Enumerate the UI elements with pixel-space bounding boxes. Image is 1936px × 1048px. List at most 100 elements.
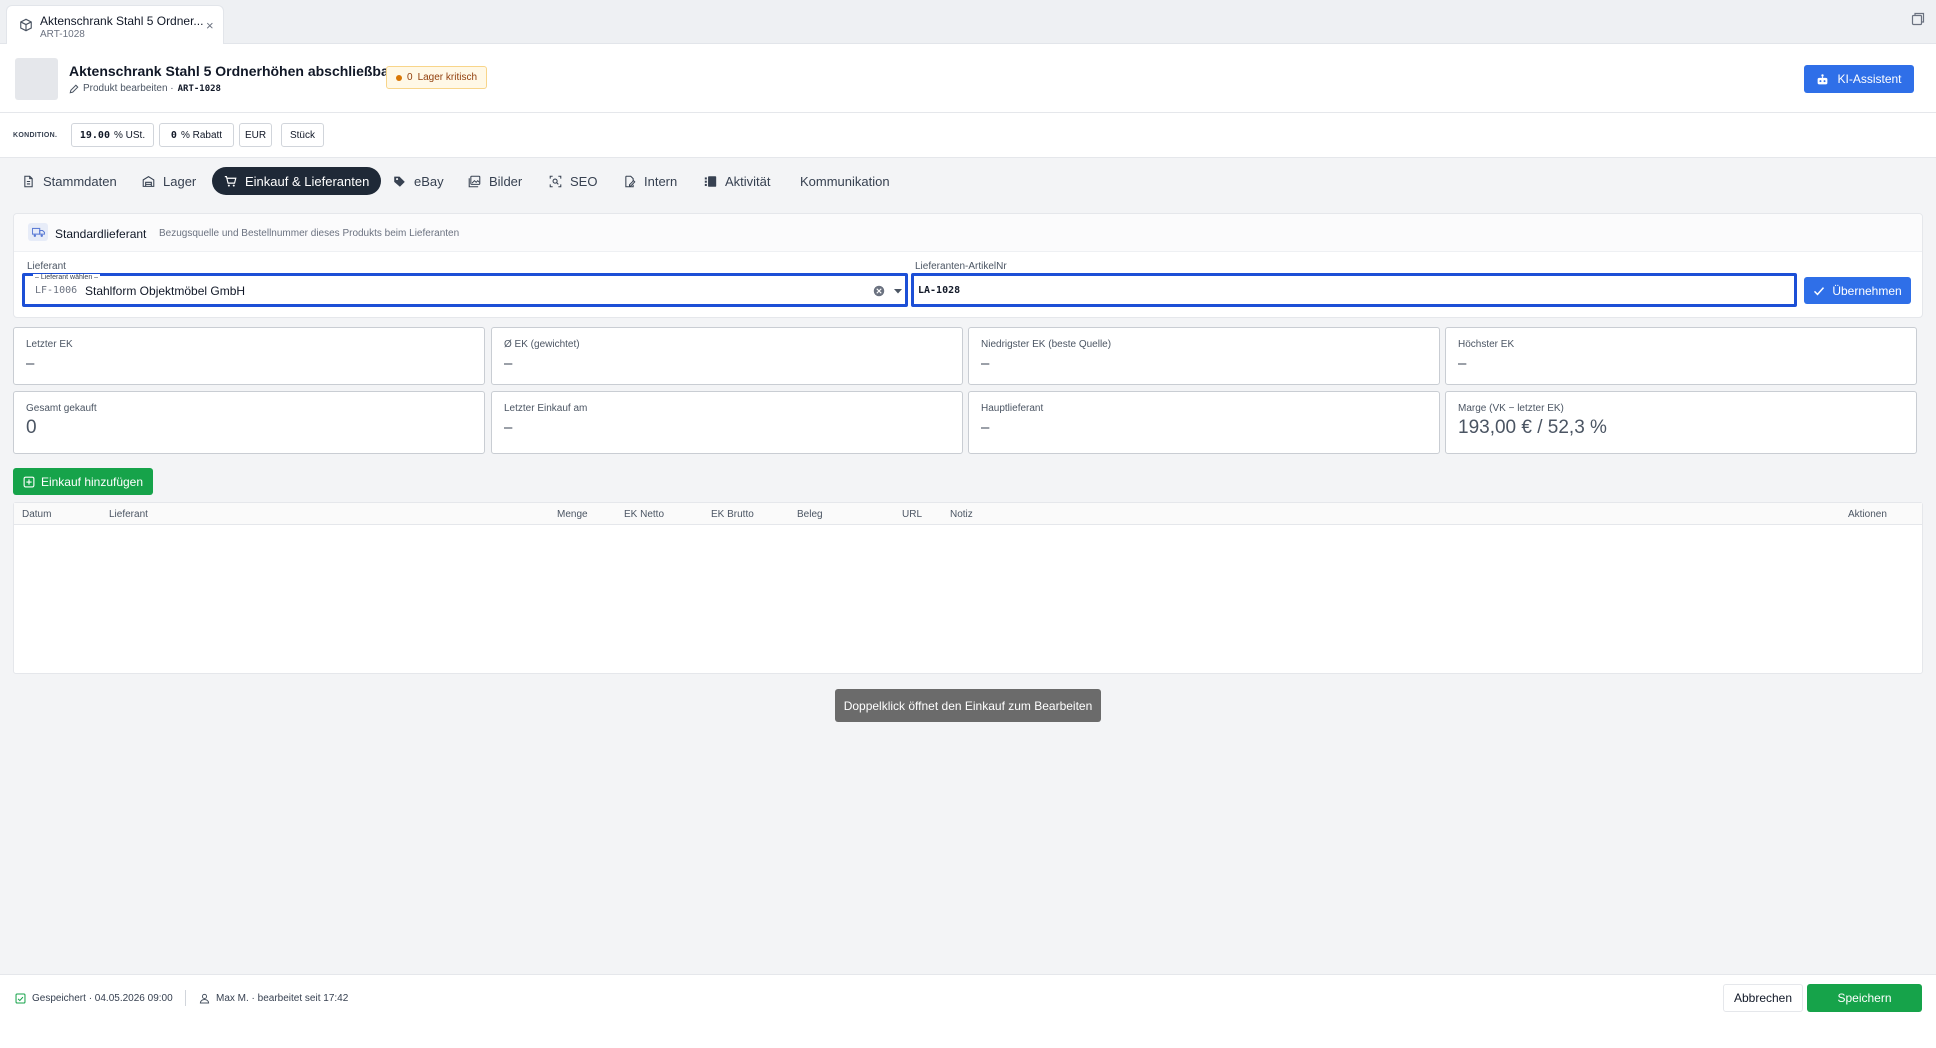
window-tabbar: Aktenschrank Stahl 5 Ordner... ART-1028 … [0, 0, 1936, 44]
column-header-date[interactable]: Datum [22, 509, 51, 520]
product-subtitle: Produkt bearbeiten · ART-1028 [69, 83, 221, 94]
column-header-quantity[interactable]: Menge [557, 509, 588, 520]
cancel-button[interactable]: Abbrechen [1723, 984, 1803, 1012]
stat-card-highest-purchase-price: Höchster EK – [1445, 327, 1917, 385]
saved-icon [15, 993, 26, 1004]
tab-seo[interactable]: SEO [549, 167, 597, 195]
stat-label: Hauptlieferant [981, 403, 1044, 414]
supplier-panel: Standardlieferant Bezugsquelle und Beste… [13, 213, 1923, 318]
warehouse-icon [142, 175, 155, 187]
document-icon [24, 175, 33, 187]
status-dot-icon [396, 74, 402, 81]
images-icon [468, 175, 481, 187]
document-tab-title: Aktenschrank Stahl 5 Ordner... [40, 14, 204, 28]
column-header-receipt[interactable]: Beleg [797, 509, 823, 520]
product-header: Aktenschrank Stahl 5 Ordnerhöhen abschli… [0, 44, 1936, 113]
truck-icon [28, 223, 48, 241]
supplier-select[interactable]: – Lieferant wählen – LF-1006 Stahlform O… [22, 273, 908, 307]
discount-label: % Rabatt [180, 129, 223, 141]
edit-label: Produkt bearbeiten · [83, 83, 174, 94]
footer-bar: Gespeichert · 04.05.2026 09:00 Max M. · … [0, 974, 1936, 1048]
robot-icon [1818, 73, 1828, 84]
tab-stammdaten[interactable]: Stammdaten [22, 167, 117, 195]
table-tooltip: Doppelklick öffnet den Einkauf zum Bearb… [835, 689, 1101, 722]
table-header: Datum Lieferant Menge EK Netto EK Brutto… [14, 503, 1922, 525]
stat-value: – [504, 419, 513, 436]
tab-kommunikation[interactable]: Kommunikation [800, 167, 890, 195]
apply-label: Übernehmen [1832, 283, 1902, 298]
ai-assistant-label: KI-Assistent [1837, 72, 1902, 86]
tab-label: Kommunikation [800, 173, 890, 189]
page-title: Aktenschrank Stahl 5 Ordnerhöhen abschli… [69, 63, 395, 79]
column-header-url[interactable]: URL [902, 509, 922, 520]
add-purchase-button[interactable]: Einkauf hinzufügen [13, 468, 153, 495]
unit-chip[interactable]: Stück [281, 123, 324, 147]
stat-card-last-purchase-price: Letzter EK – [13, 327, 485, 385]
stat-label: Gesamt gekauft [26, 403, 97, 414]
stat-card-margin: Marge (VK − letzter EK) 193,00 € / 52,3 … [1445, 391, 1917, 454]
stat-label: Letzter EK [26, 339, 73, 350]
save-status: Gespeichert · 04.05.2026 09:00 [15, 993, 173, 1004]
column-header-actions: Aktionen [1848, 509, 1887, 520]
supplier-article-value: LA-1028 [918, 285, 961, 296]
tab-ebay[interactable]: eBay [393, 167, 444, 195]
stat-label: Marge (VK − letzter EK) [1458, 403, 1564, 414]
supplier-select-hint: – Lieferant wählen – [33, 274, 101, 282]
vat-value: 19.00 [79, 129, 110, 141]
tag-icon [394, 176, 405, 187]
vat-chip[interactable]: 19.00 % USt. [71, 123, 154, 147]
article-code: ART-1028 [177, 83, 221, 94]
product-thumbnail[interactable] [15, 58, 58, 100]
discount-chip[interactable]: 0 % Rabatt [159, 123, 234, 147]
window-restore-icon[interactable] [1910, 11, 1926, 27]
stat-label: Ø EK (gewichtet) [504, 339, 580, 350]
edit-doc-icon [625, 175, 636, 187]
column-header-note[interactable]: Notiz [950, 509, 973, 520]
document-tab-subtitle: ART-1028 [40, 29, 85, 40]
pencil-icon [69, 84, 79, 93]
tab-label: eBay [414, 173, 444, 189]
editor-status: Max M. · bearbeitet seit 17:42 [199, 993, 348, 1004]
column-header-gross-price[interactable]: EK Brutto [711, 509, 754, 520]
save-button[interactable]: Speichern [1807, 984, 1922, 1012]
tab-label: Intern [644, 173, 678, 189]
column-header-net-price[interactable]: EK Netto [624, 509, 664, 520]
clear-icon[interactable] [873, 285, 885, 297]
discount-value: 0 [170, 129, 177, 141]
document-tab[interactable]: Aktenschrank Stahl 5 Ordner... ART-1028 … [6, 5, 224, 44]
check-icon [1814, 286, 1825, 295]
stat-label: Niedrigster EK (beste Quelle) [981, 339, 1112, 350]
vat-label: % USt. [113, 129, 146, 141]
stat-label: Höchster EK [1458, 339, 1515, 350]
supplier-panel-header: Standardlieferant Bezugsquelle und Beste… [14, 214, 1922, 252]
supplier-name: Stahlform Objektmöbel GmbH [85, 284, 246, 298]
stat-card-total-purchased: Gesamt gekauft 0 [13, 391, 485, 454]
ai-assistant-button[interactable]: KI-Assistent [1804, 65, 1914, 93]
currency-chip[interactable]: EUR [239, 123, 272, 147]
stat-value: – [504, 355, 513, 372]
stat-card-lowest-purchase-price: Niedrigster EK (beste Quelle) – [968, 327, 1440, 385]
close-icon[interactable]: × [206, 19, 214, 32]
activity-icon [704, 175, 717, 187]
currency-value: EUR [244, 129, 267, 141]
purchases-table: Datum Lieferant Menge EK Netto EK Brutto… [13, 502, 1923, 674]
chevron-down-icon[interactable] [893, 286, 903, 296]
stat-card-main-supplier: Hauptlieferant – [968, 391, 1440, 454]
tab-bilder[interactable]: Bilder [468, 167, 522, 195]
apply-button[interactable]: Übernehmen [1804, 277, 1911, 304]
editor-status-text: Max M. · bearbeitet seit 17:42 [216, 993, 349, 1004]
stat-value: – [981, 355, 990, 372]
supplier-panel-title: Standardlieferant [55, 227, 147, 241]
column-header-supplier[interactable]: Lieferant [109, 509, 148, 520]
tab-label: Aktivität [725, 173, 771, 189]
tab-lager[interactable]: Lager [142, 167, 196, 195]
supplier-label: Lieferant [27, 261, 66, 272]
tab-aktivitaet[interactable]: Aktivität [704, 167, 771, 195]
tab-einkauf-lieferanten[interactable]: Einkauf & Lieferanten [212, 167, 382, 195]
tab-label: Einkauf & Lieferanten [245, 173, 370, 189]
tab-label: Lager [163, 173, 197, 189]
stat-value: – [981, 419, 990, 436]
supplier-article-input[interactable]: LA-1028 [911, 273, 1797, 307]
tab-intern[interactable]: Intern [623, 167, 677, 195]
cart-icon [224, 175, 237, 187]
